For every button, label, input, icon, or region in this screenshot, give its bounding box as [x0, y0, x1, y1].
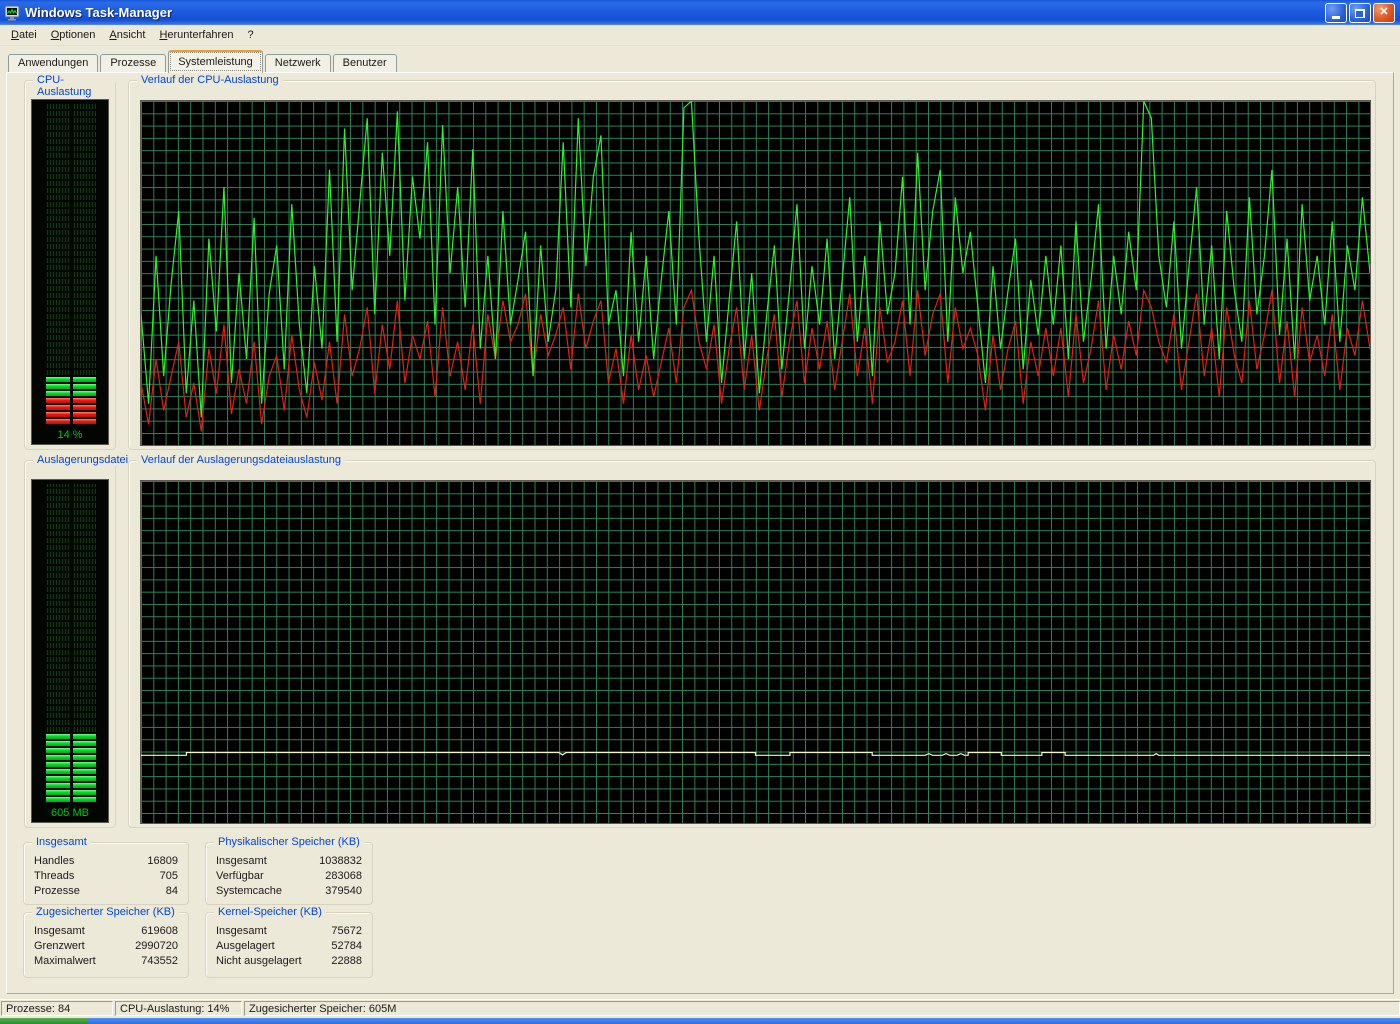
- stat-value: 619608: [141, 924, 178, 939]
- menu-item-datei[interactable]: Datei: [4, 26, 44, 44]
- cpu-history-label: Verlauf der CPU-Auslastung: [137, 74, 283, 86]
- stat-label: Prozesse: [34, 884, 80, 899]
- menu-item-herunterfahren[interactable]: Herunterfahren: [152, 26, 240, 44]
- stat-row: Insgesamt 1038832: [216, 854, 362, 869]
- tab-anwendungen[interactable]: Anwendungen: [8, 54, 98, 73]
- taskbar-strip[interactable]: [0, 1018, 1400, 1024]
- stat-value: 52784: [331, 939, 362, 954]
- pagefile-gauge-value: 605 MB: [32, 807, 108, 819]
- stat-label: Threads: [34, 869, 74, 884]
- cpu-gauge-groupbox: CPU-Auslastung 14 %: [24, 80, 116, 450]
- cpu-history-chart: [140, 100, 1371, 446]
- tabstrip: AnwendungenProzesseSystemleistungNetzwer…: [8, 50, 399, 73]
- restore-button[interactable]: [1349, 3, 1371, 23]
- stats-box-totals: InsgesamtHandles16809Threads705Prozesse8…: [23, 842, 189, 905]
- menu-item-ansicht[interactable]: Ansicht: [102, 26, 152, 44]
- pagefile-history-label: Verlauf der Auslagerungsdateiauslastung: [137, 454, 345, 466]
- stat-label: Handles: [34, 854, 74, 869]
- stat-row: Nicht ausgelagert 22888: [216, 954, 362, 969]
- stats-box-kernel-memory: Kernel-Speicher (KB)Insgesamt75672Ausgel…: [205, 912, 373, 978]
- tab-netzwerk[interactable]: Netzwerk: [265, 54, 331, 73]
- stats-box-title: Zugesicherter Speicher (KB): [32, 906, 179, 918]
- stat-row: Prozesse 84: [34, 884, 178, 899]
- close-button[interactable]: ✕: [1373, 3, 1395, 23]
- tab-benutzer[interactable]: Benutzer: [333, 54, 397, 73]
- statusbar: Prozesse: 84 CPU-Auslastung: 14% Zugesic…: [0, 999, 1400, 1017]
- close-icon: ✕: [1379, 6, 1388, 18]
- stat-value: 743552: [141, 954, 178, 969]
- menu-item-?[interactable]: ?: [240, 26, 260, 44]
- pagefile-history-chart: [140, 480, 1371, 824]
- pagefile-gauge: 605 MB: [31, 479, 109, 823]
- minimize-icon: [1332, 16, 1340, 19]
- stat-row: Verfügbar 283068: [216, 869, 362, 884]
- stat-row: Insgesamt 619608: [34, 924, 178, 939]
- stat-value: 283068: [325, 869, 362, 884]
- status-commit-charge: Zugesicherter Speicher: 605M: [244, 1001, 1400, 1016]
- stat-value: 705: [160, 869, 178, 884]
- stat-row: Ausgelagert 52784: [216, 939, 362, 954]
- cpu-history-groupbox: Verlauf der CPU-Auslastung: [128, 80, 1376, 450]
- stat-label: Systemcache: [216, 884, 282, 899]
- stat-label: Insgesamt: [216, 854, 267, 869]
- stats-box-title: Kernel-Speicher (KB): [214, 906, 326, 918]
- stats-box-physical-memory: Physikalischer Speicher (KB)Insgesamt103…: [205, 842, 373, 905]
- stat-row: Systemcache 379540: [216, 884, 362, 899]
- status-processes: Prozesse: 84: [1, 1001, 113, 1016]
- stat-value: 16809: [147, 854, 178, 869]
- start-button-fragment[interactable]: [0, 1018, 88, 1024]
- stat-row: Insgesamt 75672: [216, 924, 362, 939]
- stat-row: Grenzwert 2990720: [34, 939, 178, 954]
- stat-value: 2990720: [135, 939, 178, 954]
- stat-row: Threads 705: [34, 869, 178, 884]
- tab-prozesse[interactable]: Prozesse: [100, 54, 166, 73]
- stat-label: Ausgelagert: [216, 939, 275, 954]
- stat-label: Insgesamt: [216, 924, 267, 939]
- window-title: Windows Task-Manager: [25, 5, 1325, 20]
- stat-label: Nicht ausgelagert: [216, 954, 302, 969]
- task-manager-window: Windows Task-Manager ✕ DateiOptionenAnsi…: [0, 0, 1400, 1024]
- stat-label: Insgesamt: [34, 924, 85, 939]
- pagefile-history-groupbox: Verlauf der Auslagerungsdateiauslastung: [128, 460, 1376, 828]
- titlebar[interactable]: Windows Task-Manager ✕: [0, 0, 1400, 25]
- stat-label: Maximalwert: [34, 954, 96, 969]
- stats-box-title: Insgesamt: [32, 836, 91, 848]
- stat-label: Verfügbar: [216, 869, 264, 884]
- pagefile-gauge-label: Auslagerungsdatei: [33, 454, 132, 466]
- stats-box-title: Physikalischer Speicher (KB): [214, 836, 364, 848]
- menubar: DateiOptionenAnsichtHerunterfahren?: [0, 25, 1400, 46]
- restore-icon: [1355, 9, 1365, 18]
- menu-item-optionen[interactable]: Optionen: [44, 26, 103, 44]
- minimize-button[interactable]: [1325, 3, 1347, 23]
- app-icon: [5, 5, 21, 21]
- stat-row: Maximalwert 743552: [34, 954, 178, 969]
- cpu-gauge: 14 %: [31, 99, 109, 445]
- cpu-gauge-label: CPU-Auslastung: [33, 74, 115, 98]
- stat-value: 379540: [325, 884, 362, 899]
- stat-value: 22888: [331, 954, 362, 969]
- cpu-gauge-value: 14 %: [32, 429, 108, 441]
- stat-value: 1038832: [319, 854, 362, 869]
- status-cpu-usage: CPU-Auslastung: 14%: [115, 1001, 242, 1016]
- stat-label: Grenzwert: [34, 939, 85, 954]
- stat-row: Handles 16809: [34, 854, 178, 869]
- stat-value: 75672: [331, 924, 362, 939]
- tab-systemleistung[interactable]: Systemleistung: [168, 50, 263, 73]
- stats-box-commit-charge: Zugesicherter Speicher (KB)Insgesamt6196…: [23, 912, 189, 978]
- pagefile-gauge-groupbox: Auslagerungsdatei 605 MB: [24, 460, 116, 828]
- stat-value: 84: [166, 884, 178, 899]
